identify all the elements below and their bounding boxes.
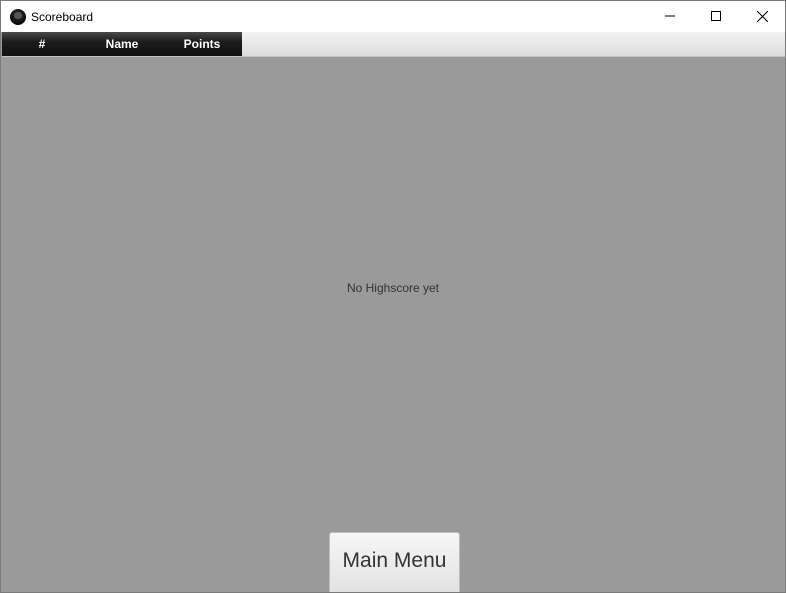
close-button[interactable] — [739, 1, 785, 31]
column-header-rank[interactable]: # — [2, 32, 82, 56]
title-bar[interactable]: Scoreboard — [1, 1, 785, 32]
maximize-icon — [711, 11, 721, 21]
main-menu-button[interactable]: Main Menu — [329, 532, 460, 592]
column-headers: # Name Points — [2, 32, 242, 56]
maximize-button[interactable] — [693, 1, 739, 31]
minimize-icon — [665, 15, 675, 17]
minimize-button[interactable] — [647, 1, 693, 31]
scoreboard-table-header: # Name Points — [2, 32, 785, 57]
window-title: Scoreboard — [31, 9, 94, 24]
scoreboard-window: Scoreboard # Name Points No Highscore ye… — [0, 0, 786, 593]
close-icon — [756, 10, 768, 22]
column-header-points[interactable]: Points — [162, 32, 242, 56]
window-controls — [647, 1, 785, 31]
app-logo-icon — [10, 8, 26, 25]
empty-table-placeholder: No Highscore yet — [346, 281, 440, 295]
column-header-name[interactable]: Name — [82, 32, 162, 56]
